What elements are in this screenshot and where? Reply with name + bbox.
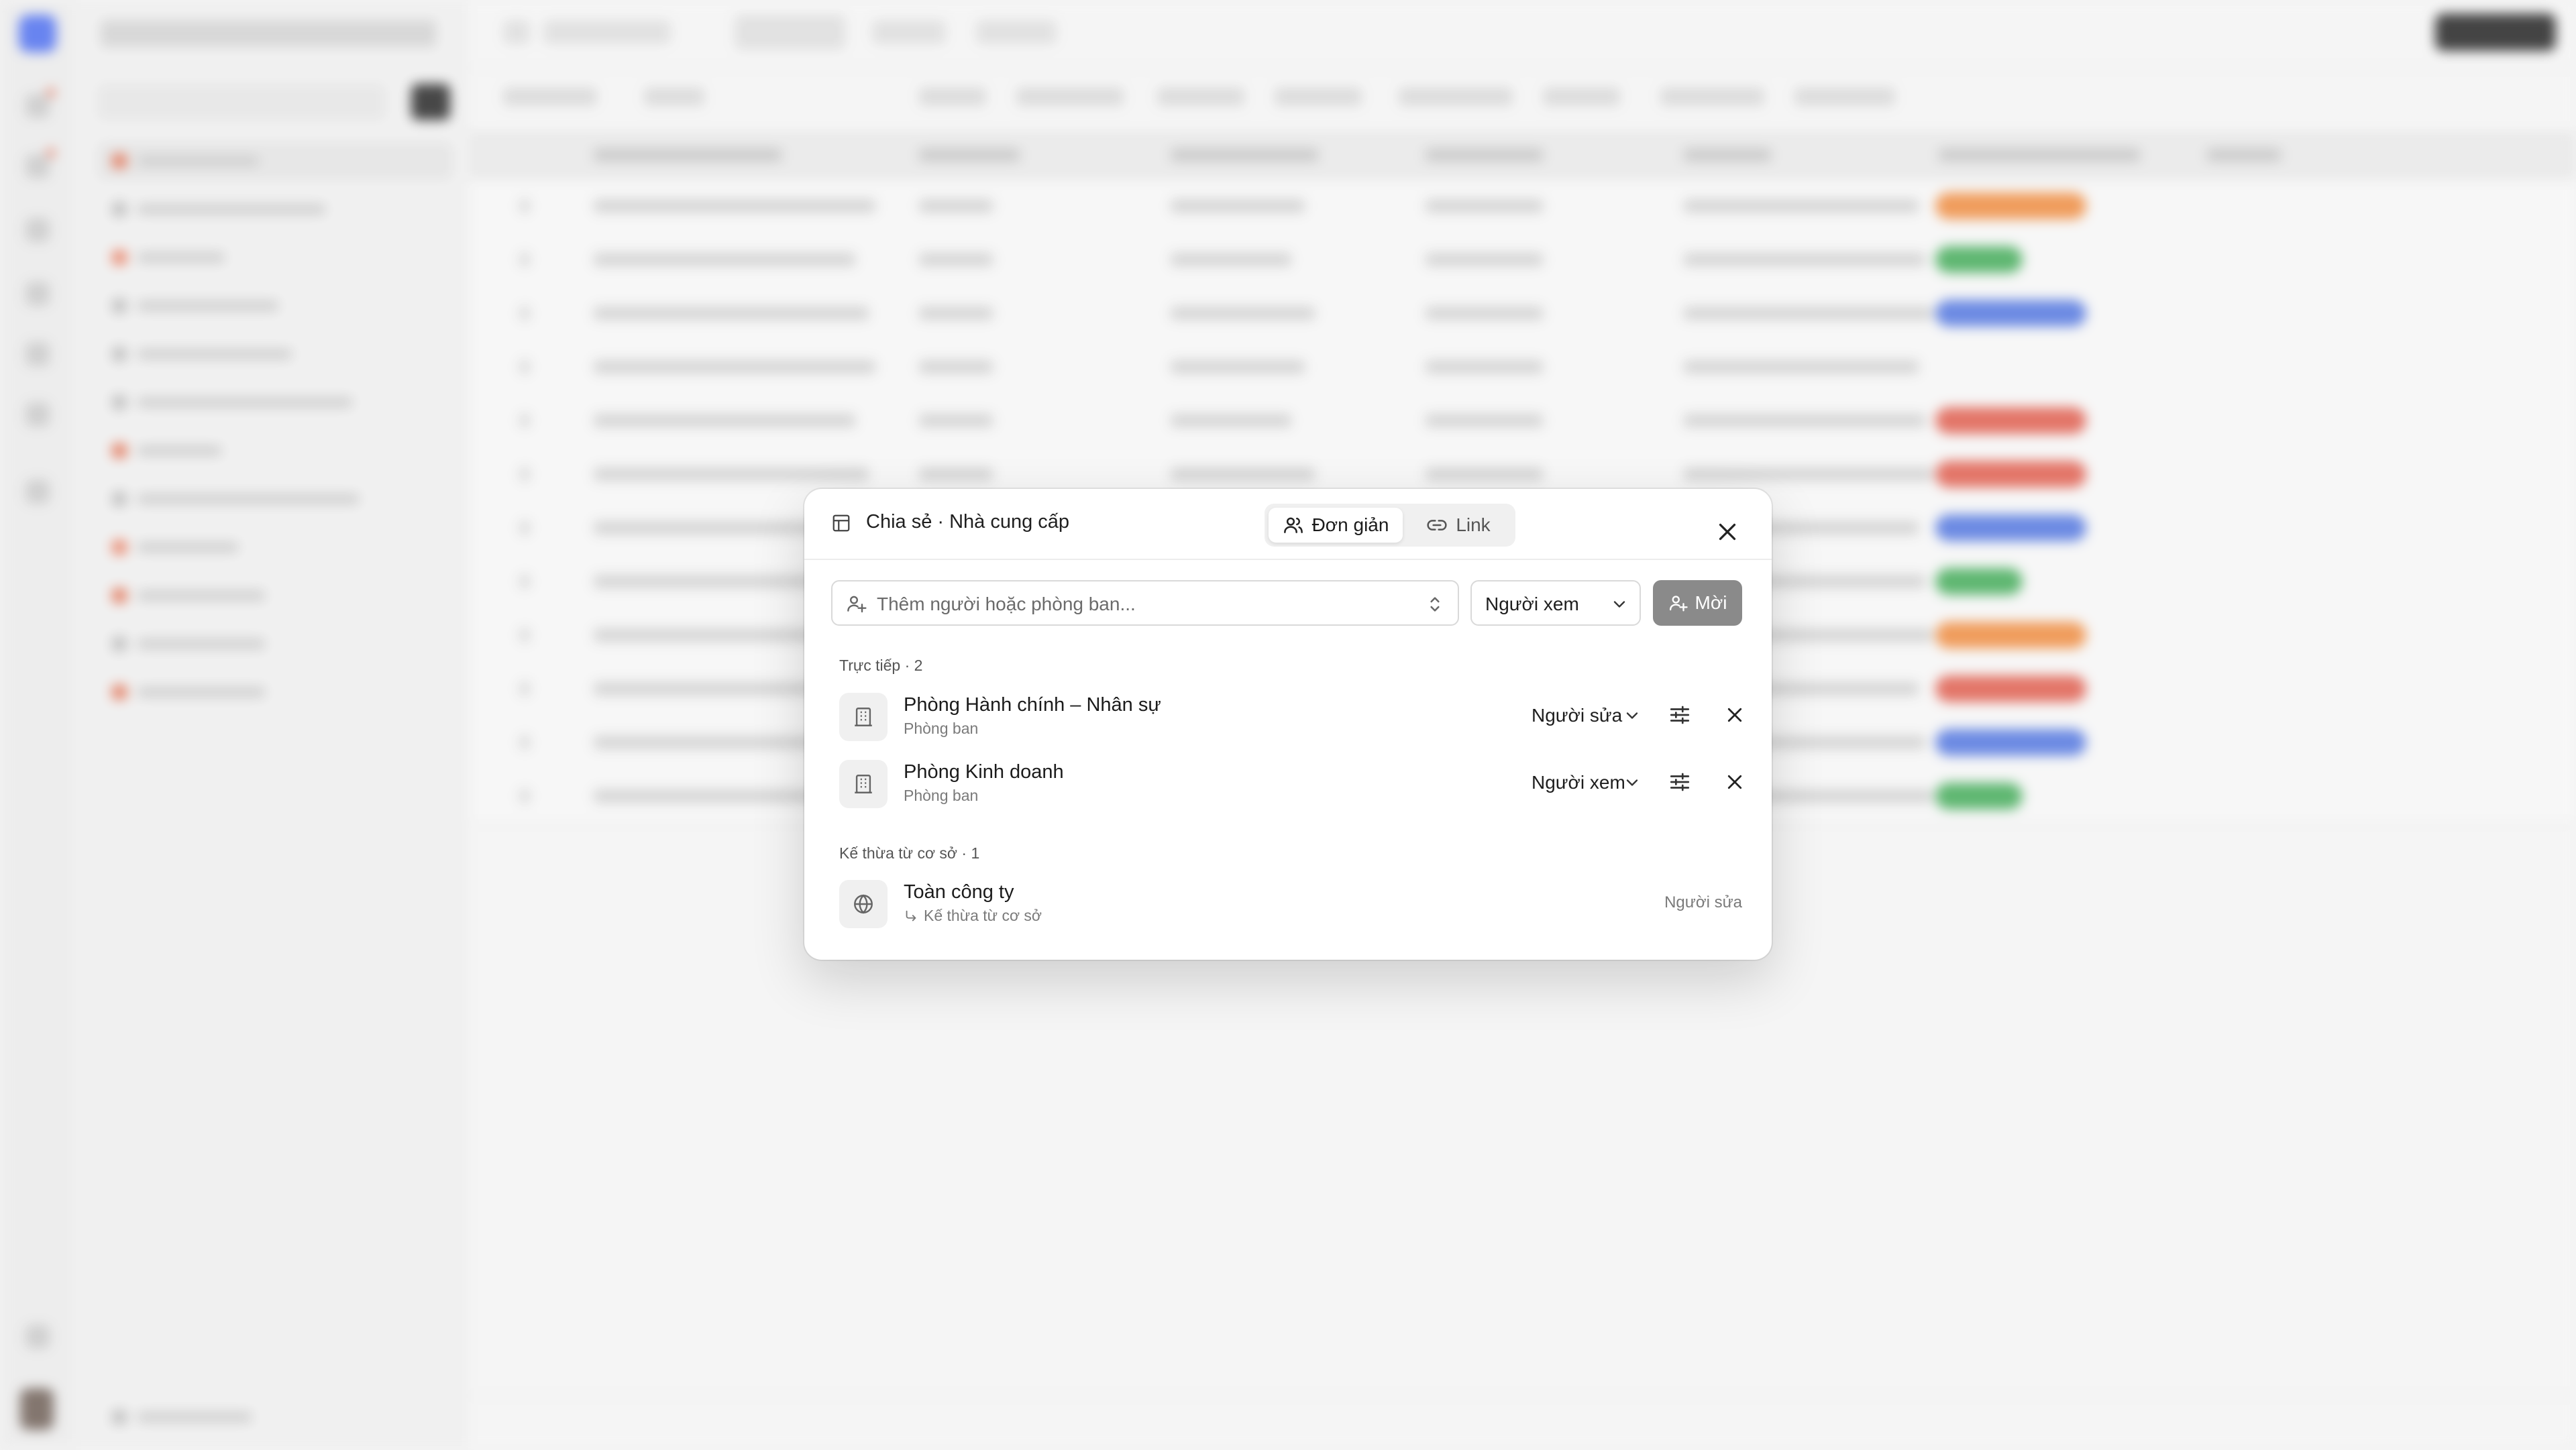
building-icon (839, 760, 888, 808)
share-dialog: Chia sẻ · Nhà cung cấp Đơn giản Link Thê… (804, 489, 1772, 960)
tab-simple[interactable]: Đơn giản (1269, 508, 1403, 543)
invite-button-label: Mời (1695, 592, 1727, 613)
role-select[interactable]: Người xem (1470, 580, 1641, 626)
tab-link-label: Link (1456, 514, 1491, 535)
sliders-icon[interactable] (1668, 771, 1691, 793)
tab-link[interactable]: Link (1405, 508, 1511, 543)
remove-icon[interactable] (1725, 705, 1745, 725)
inherited-entry: Toàn công ty Kế thừa từ cơ sở Người sửa (839, 876, 1745, 932)
add-people-input[interactable]: Thêm người hoặc phòng ban... (831, 580, 1459, 626)
entry-type: Phòng ban (904, 720, 979, 737)
entry-type: Phòng ban (904, 787, 979, 804)
entry-name: Toàn công ty (904, 881, 1014, 903)
entry-role[interactable]: Người xem (1532, 772, 1625, 793)
entry-note-text: Kế thừa từ cơ sở (924, 907, 1042, 924)
chevron-down-icon[interactable] (1623, 773, 1642, 792)
entry-name: Phòng Kinh doanh (904, 761, 1064, 783)
chevron-down-icon (1613, 601, 1625, 608)
add-people-placeholder: Thêm người hoặc phòng ban... (877, 594, 1136, 614)
table-icon (833, 514, 850, 532)
user-plus-icon (847, 596, 867, 613)
entry-inherited-note: Kế thừa từ cơ sở (904, 907, 1042, 925)
users-icon (1283, 517, 1303, 533)
entry-role[interactable]: Người sửa (1532, 705, 1622, 726)
share-entry: Phòng Kinh doanh Phòng ban Người xem (839, 756, 1745, 812)
sliders-icon[interactable] (1668, 704, 1691, 726)
close-icon[interactable] (1715, 520, 1739, 544)
role-select-value: Người xem (1485, 594, 1579, 614)
share-entry: Phòng Hành chính – Nhân sự Phòng ban Ngư… (839, 689, 1745, 745)
invite-button[interactable]: Mời (1653, 580, 1742, 626)
entry-role-readonly: Người sửa (1664, 893, 1742, 911)
link-icon (1427, 520, 1447, 531)
chevron-down-icon[interactable] (1623, 706, 1642, 725)
corner-down-right-icon (906, 910, 916, 921)
share-mode-switch: Đơn giản Link (1265, 504, 1515, 547)
tab-simple-label: Đơn giản (1311, 514, 1389, 535)
remove-icon[interactable] (1725, 772, 1745, 792)
chevron-up-down-icon (1430, 597, 1440, 612)
dialog-header: Chia sẻ · Nhà cung cấp Đơn giản Link (804, 489, 1772, 560)
entry-name: Phòng Hành chính – Nhân sự (904, 694, 1161, 716)
user-plus-icon (1669, 596, 1688, 612)
globe-icon (839, 880, 888, 928)
direct-section-label: Trực tiếp · 2 (839, 657, 923, 674)
inherited-section-label: Kế thừa từ cơ sở · 1 (839, 844, 980, 862)
building-icon (839, 693, 888, 741)
dialog-title: Chia sẻ · Nhà cung cấp (866, 511, 1070, 533)
